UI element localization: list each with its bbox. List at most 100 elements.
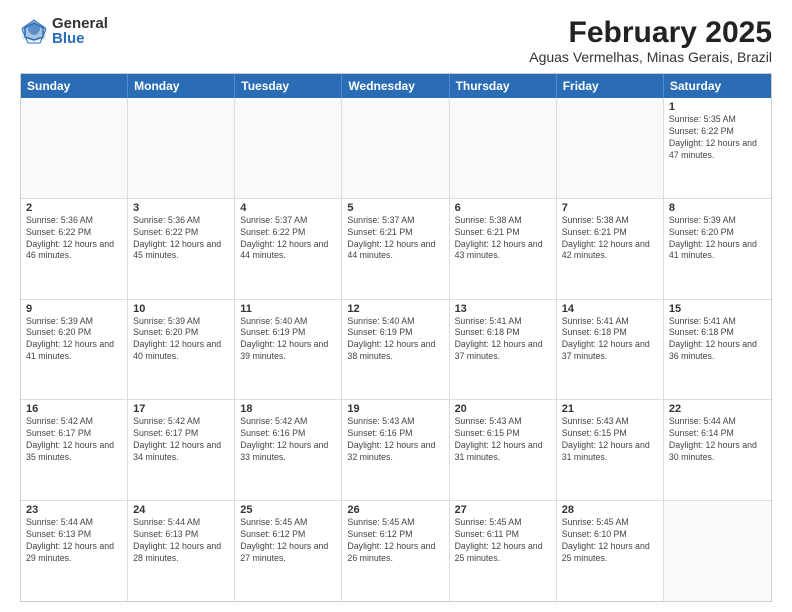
day-info: Sunrise: 5:44 AM Sunset: 6:13 PM Dayligh… — [26, 517, 122, 565]
calendar-cell: 22Sunrise: 5:44 AM Sunset: 6:14 PM Dayli… — [664, 400, 771, 500]
calendar-week-3: 16Sunrise: 5:42 AM Sunset: 6:17 PM Dayli… — [21, 399, 771, 500]
header-saturday: Saturday — [664, 74, 771, 98]
calendar-cell — [21, 98, 128, 198]
day-info: Sunrise: 5:41 AM Sunset: 6:18 PM Dayligh… — [669, 316, 766, 364]
calendar-cell: 20Sunrise: 5:43 AM Sunset: 6:15 PM Dayli… — [450, 400, 557, 500]
calendar-week-1: 2Sunrise: 5:36 AM Sunset: 6:22 PM Daylig… — [21, 198, 771, 299]
day-number: 26 — [347, 504, 443, 516]
day-info: Sunrise: 5:39 AM Sunset: 6:20 PM Dayligh… — [669, 215, 766, 263]
day-number: 25 — [240, 504, 336, 516]
day-info: Sunrise: 5:43 AM Sunset: 6:15 PM Dayligh… — [562, 416, 658, 464]
day-number: 16 — [26, 403, 122, 415]
day-number: 14 — [562, 303, 658, 315]
day-info: Sunrise: 5:44 AM Sunset: 6:13 PM Dayligh… — [133, 517, 229, 565]
day-number: 2 — [26, 202, 122, 214]
logo-text: General Blue — [52, 16, 108, 46]
calendar-week-0: 1Sunrise: 5:35 AM Sunset: 6:22 PM Daylig… — [21, 98, 771, 198]
day-info: Sunrise: 5:42 AM Sunset: 6:17 PM Dayligh… — [26, 416, 122, 464]
day-info: Sunrise: 5:37 AM Sunset: 6:22 PM Dayligh… — [240, 215, 336, 263]
header-thursday: Thursday — [450, 74, 557, 98]
calendar-cell: 25Sunrise: 5:45 AM Sunset: 6:12 PM Dayli… — [235, 501, 342, 601]
day-info: Sunrise: 5:40 AM Sunset: 6:19 PM Dayligh… — [347, 316, 443, 364]
day-number: 17 — [133, 403, 229, 415]
calendar-cell: 5Sunrise: 5:37 AM Sunset: 6:21 PM Daylig… — [342, 199, 449, 299]
calendar-cell: 14Sunrise: 5:41 AM Sunset: 6:18 PM Dayli… — [557, 300, 664, 400]
calendar-cell: 11Sunrise: 5:40 AM Sunset: 6:19 PM Dayli… — [235, 300, 342, 400]
day-number: 5 — [347, 202, 443, 214]
day-info: Sunrise: 5:43 AM Sunset: 6:16 PM Dayligh… — [347, 416, 443, 464]
day-info: Sunrise: 5:45 AM Sunset: 6:12 PM Dayligh… — [347, 517, 443, 565]
day-number: 12 — [347, 303, 443, 315]
calendar-cell: 21Sunrise: 5:43 AM Sunset: 6:15 PM Dayli… — [557, 400, 664, 500]
day-number: 20 — [455, 403, 551, 415]
calendar-title: February 2025 — [529, 16, 772, 49]
calendar-body: 1Sunrise: 5:35 AM Sunset: 6:22 PM Daylig… — [21, 98, 771, 601]
day-info: Sunrise: 5:39 AM Sunset: 6:20 PM Dayligh… — [133, 316, 229, 364]
calendar-header-row: Sunday Monday Tuesday Wednesday Thursday… — [21, 74, 771, 98]
day-info: Sunrise: 5:37 AM Sunset: 6:21 PM Dayligh… — [347, 215, 443, 263]
calendar-cell — [342, 98, 449, 198]
calendar-cell: 8Sunrise: 5:39 AM Sunset: 6:20 PM Daylig… — [664, 199, 771, 299]
calendar-cell — [128, 98, 235, 198]
day-info: Sunrise: 5:44 AM Sunset: 6:14 PM Dayligh… — [669, 416, 766, 464]
day-number: 6 — [455, 202, 551, 214]
calendar-cell: 23Sunrise: 5:44 AM Sunset: 6:13 PM Dayli… — [21, 501, 128, 601]
day-number: 10 — [133, 303, 229, 315]
day-info: Sunrise: 5:42 AM Sunset: 6:17 PM Dayligh… — [133, 416, 229, 464]
day-number: 21 — [562, 403, 658, 415]
calendar-cell — [450, 98, 557, 198]
day-info: Sunrise: 5:45 AM Sunset: 6:12 PM Dayligh… — [240, 517, 336, 565]
calendar-cell — [557, 98, 664, 198]
day-info: Sunrise: 5:39 AM Sunset: 6:20 PM Dayligh… — [26, 316, 122, 364]
day-number: 11 — [240, 303, 336, 315]
page: General Blue February 2025 Aguas Vermelh… — [0, 0, 792, 612]
day-number: 22 — [669, 403, 766, 415]
header-tuesday: Tuesday — [235, 74, 342, 98]
logo-general-text: General — [52, 16, 108, 31]
header: General Blue February 2025 Aguas Vermelh… — [20, 16, 772, 65]
logo: General Blue — [20, 16, 108, 46]
calendar-cell: 19Sunrise: 5:43 AM Sunset: 6:16 PM Dayli… — [342, 400, 449, 500]
calendar-cell: 27Sunrise: 5:45 AM Sunset: 6:11 PM Dayli… — [450, 501, 557, 601]
calendar-cell: 17Sunrise: 5:42 AM Sunset: 6:17 PM Dayli… — [128, 400, 235, 500]
calendar-cell: 2Sunrise: 5:36 AM Sunset: 6:22 PM Daylig… — [21, 199, 128, 299]
day-number: 23 — [26, 504, 122, 516]
day-info: Sunrise: 5:38 AM Sunset: 6:21 PM Dayligh… — [455, 215, 551, 263]
calendar-cell: 26Sunrise: 5:45 AM Sunset: 6:12 PM Dayli… — [342, 501, 449, 601]
day-info: Sunrise: 5:45 AM Sunset: 6:10 PM Dayligh… — [562, 517, 658, 565]
day-number: 28 — [562, 504, 658, 516]
header-wednesday: Wednesday — [342, 74, 449, 98]
calendar-cell: 18Sunrise: 5:42 AM Sunset: 6:16 PM Dayli… — [235, 400, 342, 500]
calendar-cell: 28Sunrise: 5:45 AM Sunset: 6:10 PM Dayli… — [557, 501, 664, 601]
title-block: February 2025 Aguas Vermelhas, Minas Ger… — [529, 16, 772, 65]
calendar-cell: 24Sunrise: 5:44 AM Sunset: 6:13 PM Dayli… — [128, 501, 235, 601]
calendar-cell: 10Sunrise: 5:39 AM Sunset: 6:20 PM Dayli… — [128, 300, 235, 400]
calendar-cell: 15Sunrise: 5:41 AM Sunset: 6:18 PM Dayli… — [664, 300, 771, 400]
calendar-cell: 4Sunrise: 5:37 AM Sunset: 6:22 PM Daylig… — [235, 199, 342, 299]
day-info: Sunrise: 5:41 AM Sunset: 6:18 PM Dayligh… — [562, 316, 658, 364]
day-info: Sunrise: 5:35 AM Sunset: 6:22 PM Dayligh… — [669, 114, 766, 162]
logo-icon — [20, 17, 48, 45]
header-monday: Monday — [128, 74, 235, 98]
calendar-subtitle: Aguas Vermelhas, Minas Gerais, Brazil — [529, 49, 772, 65]
logo-blue-text: Blue — [52, 31, 108, 46]
calendar-week-2: 9Sunrise: 5:39 AM Sunset: 6:20 PM Daylig… — [21, 299, 771, 400]
calendar-cell: 13Sunrise: 5:41 AM Sunset: 6:18 PM Dayli… — [450, 300, 557, 400]
day-info: Sunrise: 5:40 AM Sunset: 6:19 PM Dayligh… — [240, 316, 336, 364]
day-info: Sunrise: 5:41 AM Sunset: 6:18 PM Dayligh… — [455, 316, 551, 364]
day-number: 9 — [26, 303, 122, 315]
day-number: 24 — [133, 504, 229, 516]
day-number: 1 — [669, 101, 766, 113]
calendar-cell: 6Sunrise: 5:38 AM Sunset: 6:21 PM Daylig… — [450, 199, 557, 299]
day-number: 7 — [562, 202, 658, 214]
day-info: Sunrise: 5:42 AM Sunset: 6:16 PM Dayligh… — [240, 416, 336, 464]
day-number: 15 — [669, 303, 766, 315]
header-sunday: Sunday — [21, 74, 128, 98]
day-number: 4 — [240, 202, 336, 214]
calendar-cell: 1Sunrise: 5:35 AM Sunset: 6:22 PM Daylig… — [664, 98, 771, 198]
day-info: Sunrise: 5:45 AM Sunset: 6:11 PM Dayligh… — [455, 517, 551, 565]
day-number: 3 — [133, 202, 229, 214]
calendar-cell: 12Sunrise: 5:40 AM Sunset: 6:19 PM Dayli… — [342, 300, 449, 400]
day-info: Sunrise: 5:38 AM Sunset: 6:21 PM Dayligh… — [562, 215, 658, 263]
day-number: 27 — [455, 504, 551, 516]
